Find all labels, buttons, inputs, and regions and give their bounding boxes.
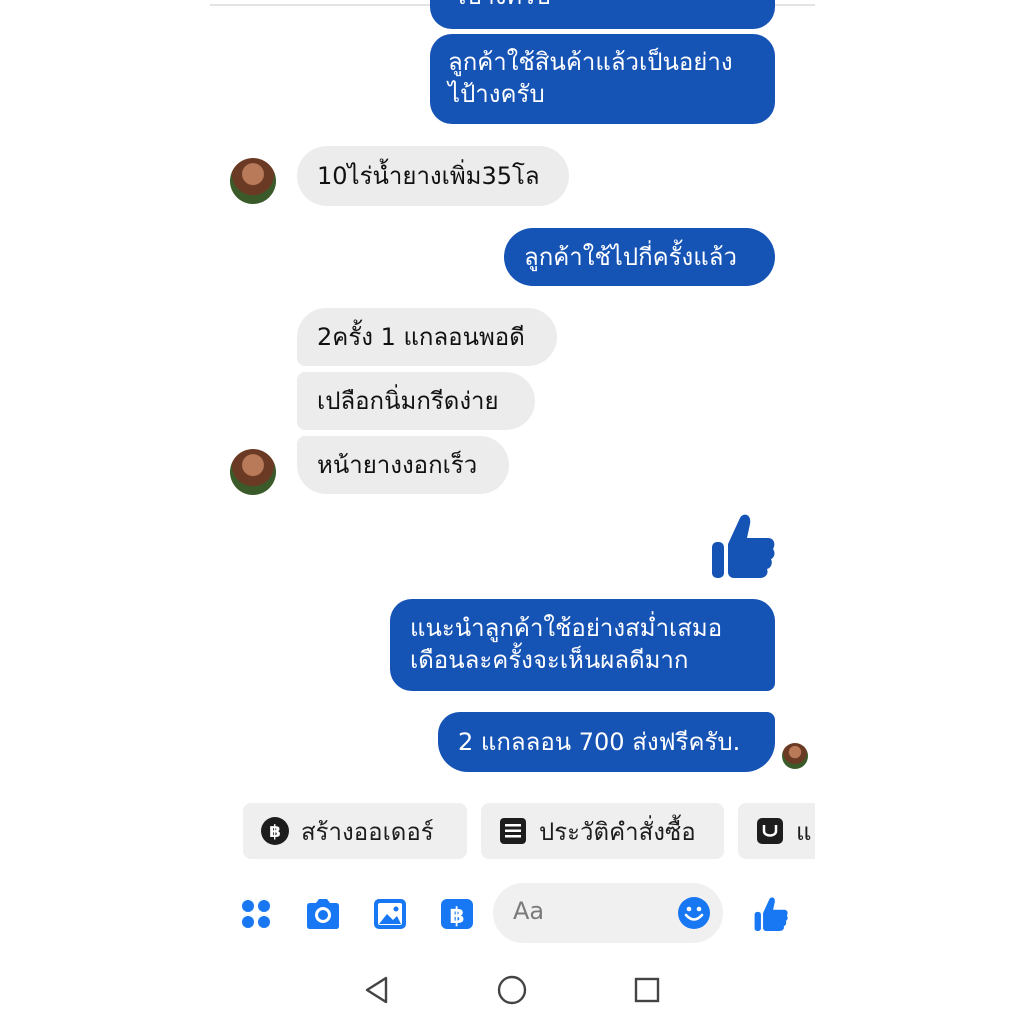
- chip-label: ประวัติคำสั่งซื้อ: [539, 817, 696, 846]
- message-text: ไป้างครับ: [454, 0, 551, 12]
- message-text-line1: แนะนำลูกค้าใช้อย่างสม่ำเสมอ: [410, 614, 723, 642]
- svg-text:฿: ฿: [449, 904, 464, 929]
- back-icon[interactable]: [359, 972, 395, 1008]
- message-text-line2: เดือนละครั้งจะเห็นผลดีมาก: [410, 646, 689, 674]
- message-out[interactable]: แนะนำลูกค้าใช้อย่างสม่ำเสมอ เดือนละครั้ง…: [390, 599, 775, 691]
- chip-label: สร้างออเดอร์: [301, 817, 434, 846]
- home-icon[interactable]: [494, 972, 530, 1008]
- message-text-line2: ไป้างครับ: [448, 80, 545, 108]
- gallery-icon[interactable]: [370, 894, 410, 934]
- smiley-icon[interactable]: [677, 896, 711, 930]
- read-receipt-avatar: [782, 743, 808, 769]
- message-out-partial[interactable]: ไป้างครับ: [430, 0, 775, 29]
- message-text: หน้ายางงอกเร็ว: [317, 451, 478, 479]
- contact-avatar[interactable]: [230, 158, 276, 204]
- baht-icon: ฿: [259, 815, 291, 847]
- recents-icon[interactable]: [629, 972, 665, 1008]
- svg-text:฿: ฿: [269, 822, 281, 842]
- contact-avatar[interactable]: [230, 449, 276, 495]
- receipt-icon: [497, 815, 529, 847]
- message-input-placeholder: Aa: [513, 897, 545, 925]
- message-out[interactable]: 2 แกลลอน 700 ส่งฟรีครับ.: [438, 712, 775, 772]
- shop-icon: [754, 815, 786, 847]
- message-text-line1: ลูกค้าใช้สินค้าแล้วเป็นอย่าง: [448, 48, 733, 76]
- baht-payment-icon[interactable]: ฿: [437, 894, 477, 934]
- message-in[interactable]: 2ครั้ง 1 แกลอนพอดี: [297, 308, 557, 366]
- thumbs-up-sticker-icon[interactable]: [710, 512, 776, 580]
- messenger-screen: ไป้างครับ ลูกค้าใช้สินค้าแล้วเป็นอย่าง ไ…: [210, 0, 815, 1024]
- chip-label: แ: [796, 817, 812, 846]
- camera-icon[interactable]: [303, 894, 343, 934]
- message-out[interactable]: ลูกค้าใช้ไปกี่ครั้งแล้ว: [504, 228, 775, 286]
- message-text: 2 แกลลอน 700 ส่งฟรีครับ.: [458, 728, 741, 756]
- message-text: เปลือกนิ่มกรีดง่าย: [317, 387, 499, 415]
- message-out[interactable]: ลูกค้าใช้สินค้าแล้วเป็นอย่าง ไป้างครับ: [430, 34, 775, 124]
- quick-reply-order-history[interactable]: ประวัติคำสั่งซื้อ: [481, 803, 724, 859]
- quick-reply-create-order[interactable]: ฿ สร้างออเดอร์: [243, 803, 467, 859]
- message-input[interactable]: Aa: [493, 883, 723, 943]
- thumbs-up-icon[interactable]: [751, 894, 791, 934]
- message-in[interactable]: เปลือกนิ่มกรีดง่าย: [297, 372, 535, 430]
- message-in[interactable]: 10ไร่น้ำยางเพิ่ม35โล: [297, 146, 569, 206]
- message-text: 10ไร่น้ำยางเพิ่ม35โล: [317, 162, 540, 190]
- apps-icon[interactable]: [236, 894, 276, 934]
- quick-reply-shop[interactable]: แ: [738, 803, 815, 859]
- message-text: 2ครั้ง 1 แกลอนพอดี: [317, 323, 525, 351]
- message-in[interactable]: หน้ายางงอกเร็ว: [297, 436, 509, 494]
- message-text: ลูกค้าใช้ไปกี่ครั้งแล้ว: [524, 243, 737, 271]
